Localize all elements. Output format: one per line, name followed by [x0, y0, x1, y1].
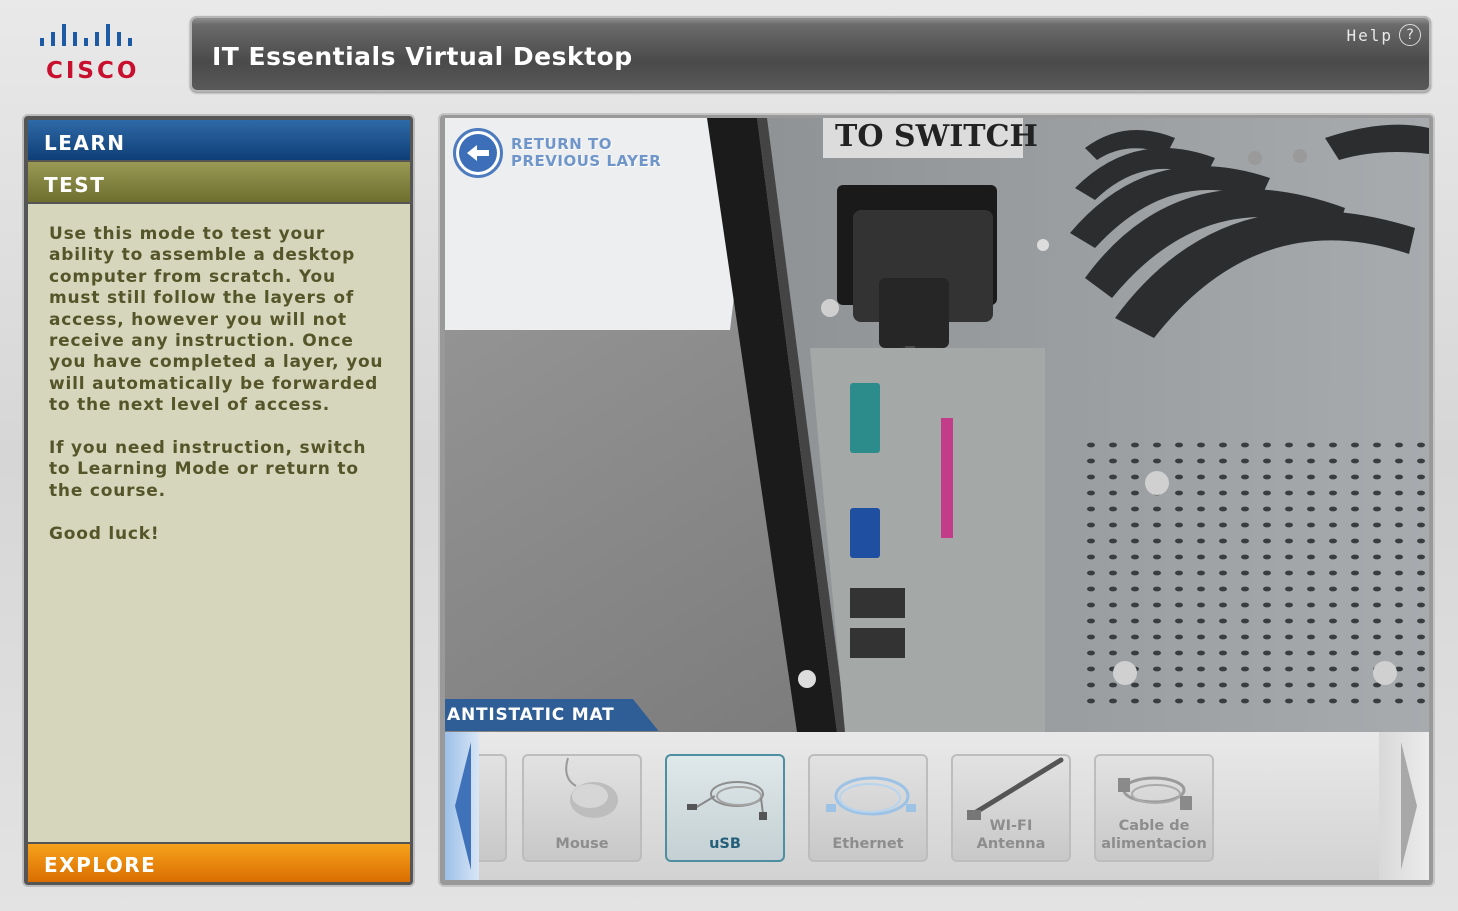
psu-switch-label: TO SWITCH	[835, 119, 1038, 154]
tray-item-mouse[interactable]: Mouse	[522, 754, 642, 862]
instruction-paragraph: If you need instruction, switch to Learn…	[49, 438, 367, 501]
cisco-logo: CISCO	[30, 22, 160, 88]
learn-mode-tab[interactable]: LEARN	[28, 120, 410, 160]
help-button[interactable]: Help ?	[1346, 24, 1421, 46]
tray-item-partial[interactable]	[479, 754, 507, 862]
chevron-left-icon	[455, 742, 471, 870]
tray-scroll-left-button[interactable]	[445, 732, 479, 880]
tray-item-wifi-antenna[interactable]: WI-FI Antenna	[951, 754, 1071, 862]
instructions-panel: Use this mode to test your ability to as…	[28, 204, 410, 842]
mouse-icon	[565, 757, 618, 818]
return-button-label: RETURN TO PREVIOUS LAYER	[511, 136, 661, 170]
pc-rear-illustration: TO SWITCH	[445, 118, 1429, 732]
antistatic-mat-tab[interactable]: ANTISTATIC MAT	[445, 699, 659, 731]
usb-cable-icon	[687, 781, 767, 820]
return-to-previous-layer-button[interactable]: RETURN TO PREVIOUS LAYER	[453, 128, 661, 178]
chevron-right-icon	[1401, 742, 1417, 870]
ethernet-cable-icon	[826, 776, 916, 816]
cisco-bars-icon	[40, 24, 132, 46]
return-line-1: RETURN TO	[511, 135, 613, 153]
back-arrow-icon	[453, 128, 503, 178]
explore-mode-tab[interactable]: EXPLORE	[28, 844, 410, 882]
tray-item-ethernet[interactable]: Ethernet	[808, 754, 928, 862]
help-label: Help	[1346, 25, 1393, 45]
antenna-icon	[967, 757, 1064, 820]
tray-item-usb[interactable]: uSB	[665, 754, 785, 862]
virtual-desktop-view: TO SWITCH RETURN TO PREVIOUS LAYER ANTIS…	[440, 115, 1433, 885]
instruction-paragraph: Use this mode to test your ability to as…	[49, 224, 384, 416]
tray-item-power-cable[interactable]: Cable de alimentacion	[1094, 754, 1214, 862]
return-line-2: PREVIOUS LAYER	[511, 152, 662, 170]
pc-rear-scene[interactable]: TO SWITCH RETURN TO PREVIOUS LAYER	[445, 118, 1429, 732]
help-icon: ?	[1399, 24, 1421, 46]
title-bar: IT Essentials Virtual Desktop Help ?	[190, 16, 1431, 92]
tray-scroll-right-button[interactable]	[1379, 732, 1429, 880]
mode-sidebar: LEARN TEST Use this mode to test your ab…	[24, 116, 413, 885]
power-cable-icon	[1118, 776, 1192, 810]
component-tray: Mouse uSB Ethernet WI-FI Antenna Cable d…	[445, 732, 1429, 880]
cisco-wordmark: CISCO	[46, 58, 140, 84]
page-title: IT Essentials Virtual Desktop	[212, 42, 633, 71]
instruction-paragraph: Good luck!	[49, 523, 160, 544]
test-mode-tab[interactable]: TEST	[28, 162, 410, 202]
